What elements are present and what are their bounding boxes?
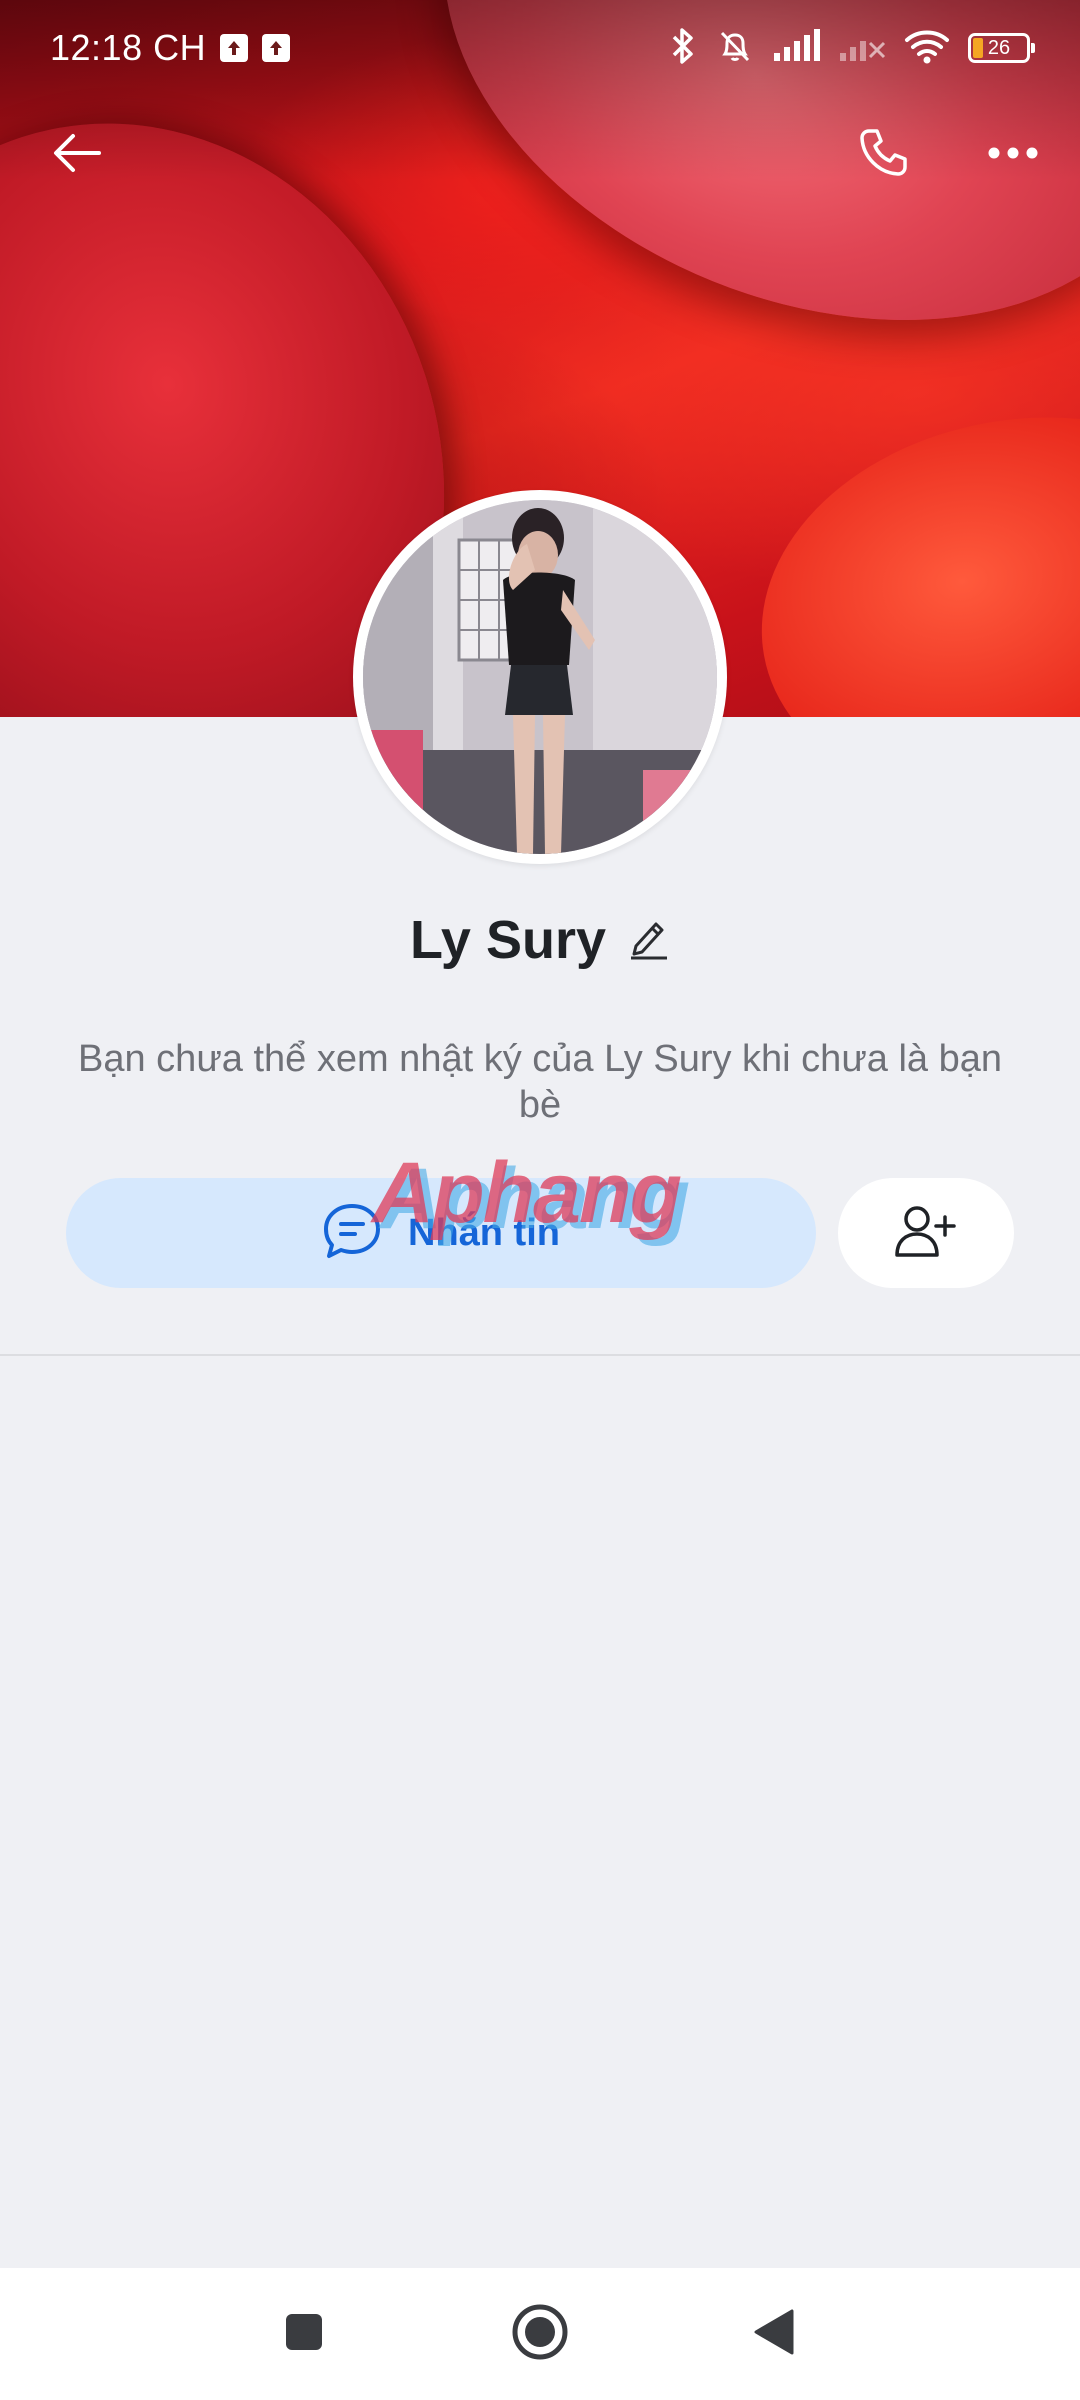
bell-off-icon — [716, 27, 754, 70]
battery-icon: 26 — [968, 33, 1035, 63]
wifi-icon — [904, 28, 950, 69]
top-nav — [0, 110, 1080, 210]
name-row: Ly Sury — [0, 900, 1080, 980]
message-label: Nhắn tin — [408, 1211, 560, 1254]
signal-off-icon — [838, 29, 886, 68]
upload-icon — [262, 34, 291, 62]
chat-bubble-icon — [322, 1202, 382, 1265]
phone-icon — [855, 125, 911, 186]
user-plus-icon — [893, 1203, 959, 1264]
home-button[interactable] — [504, 2298, 576, 2370]
call-button[interactable] — [838, 110, 928, 200]
upload-icon — [220, 34, 249, 62]
system-back-button[interactable] — [738, 2298, 810, 2370]
more-button[interactable] — [968, 110, 1058, 200]
arrow-left-icon — [51, 131, 103, 180]
back-button[interactable] — [32, 110, 122, 200]
system-nav-bar — [0, 2268, 1080, 2400]
triangle-back-icon — [752, 2307, 796, 2362]
status-right: 26 — [668, 27, 1035, 70]
avatar[interactable] — [353, 490, 727, 864]
cover-petal — [730, 377, 1080, 717]
recents-button[interactable] — [268, 2298, 340, 2370]
square-icon — [282, 2310, 326, 2359]
signal-icon — [772, 28, 820, 68]
circle-icon — [510, 2302, 570, 2367]
status-time: 12:18 CH — [50, 27, 207, 68]
profile-screen: 12:18 CH 26 Ly Sury Bạn chưa thể xem nhậ… — [0, 0, 1080, 2400]
privacy-notice: Bạn chưa thể xem nhật ký của Ly Sury khi… — [78, 1038, 1002, 1126]
divider — [0, 1354, 1080, 1356]
avatar-photo — [363, 500, 717, 854]
profile-name: Ly Sury — [409, 910, 607, 970]
bluetooth-icon — [668, 27, 698, 70]
add-friend-button[interactable] — [838, 1178, 1014, 1288]
more-dots-icon — [988, 146, 1038, 165]
message-button[interactable]: Nhắn tin — [66, 1178, 816, 1288]
status-left: 12:18 CH — [50, 27, 291, 69]
status-bar: 12:18 CH 26 — [0, 0, 1080, 96]
pencil-icon[interactable] — [628, 916, 670, 965]
battery-level: 26 — [987, 36, 1011, 59]
